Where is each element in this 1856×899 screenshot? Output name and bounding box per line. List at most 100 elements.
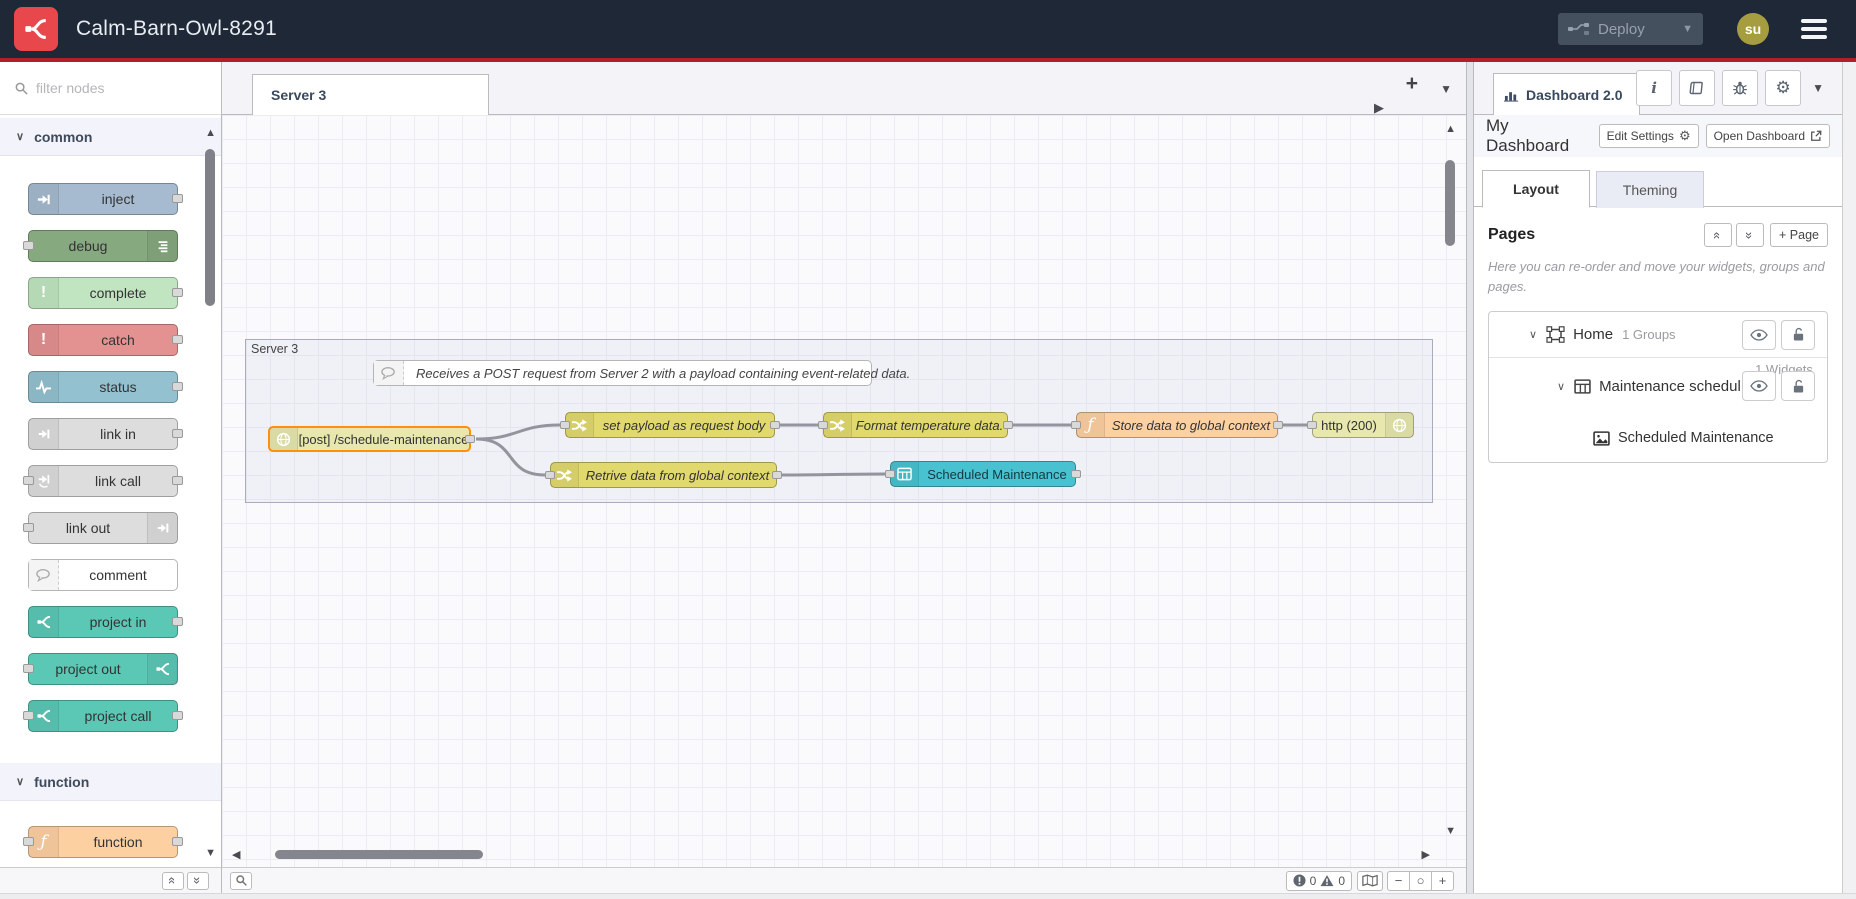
canvas-scroll-down-icon[interactable]: ▼	[1445, 825, 1456, 837]
minimap-button[interactable]	[1357, 870, 1383, 891]
tree-row-home-page[interactable]: ∨ Home 1 Groups	[1489, 312, 1827, 359]
expand-pages-button[interactable]: »	[1736, 223, 1765, 247]
expand-all-button[interactable]: »	[187, 871, 209, 890]
zoom-in-button[interactable]: +	[1431, 870, 1454, 891]
comment-node[interactable]: Receives a POST request from Server 2 wi…	[373, 360, 910, 386]
input-port[interactable]	[1307, 421, 1317, 429]
flow-list-caret-icon[interactable]: ▼	[1440, 82, 1452, 96]
lock-toggle-button[interactable]	[1781, 371, 1815, 402]
flow-node-format-temperature[interactable]: Format temperature data.	[818, 412, 1013, 438]
zoom-reset-button[interactable]: ○	[1409, 870, 1432, 891]
add-page-button[interactable]: + Page	[1770, 223, 1828, 247]
palette-node-project-call[interactable]: project call	[23, 700, 183, 732]
lock-toggle-button[interactable]	[1781, 319, 1815, 350]
tab-layout[interactable]: Layout	[1482, 170, 1590, 208]
canvas-search-button[interactable]	[230, 871, 252, 890]
canvas-scroll-left-icon[interactable]: ◀	[232, 848, 240, 861]
info-tab-button[interactable]: i	[1636, 70, 1673, 106]
palette-scroll-up-icon[interactable]: ▲	[205, 127, 216, 139]
flow-node-http-in[interactable]: [post] /schedule-maintenance	[268, 426, 475, 452]
output-port[interactable]	[772, 471, 782, 479]
chevron-down-icon[interactable]: ∨	[1557, 380, 1565, 393]
zoom-out-button[interactable]: −	[1387, 870, 1410, 891]
error-count: 0	[1309, 873, 1317, 888]
bug-icon	[1733, 81, 1747, 95]
output-port[interactable]	[1003, 421, 1013, 429]
debug-tab-button[interactable]	[1722, 70, 1759, 106]
sidebar-tab-dashboard[interactable]: Dashboard 2.0	[1493, 73, 1640, 115]
help-tab-button[interactable]	[1679, 70, 1716, 106]
tree-row-scheduled-maintenance-widget[interactable]: Scheduled Maintenance	[1489, 414, 1827, 462]
palette-scroll-down-icon[interactable]: ▼	[205, 847, 216, 859]
palette-node-link-out[interactable]: link out	[23, 512, 178, 544]
output-port[interactable]	[770, 421, 780, 429]
output-port	[172, 288, 183, 297]
palette-search[interactable]	[0, 62, 221, 115]
change-shuffle-icon	[824, 413, 852, 437]
palette-node-link-call[interactable]: link call	[23, 465, 183, 497]
output-port[interactable]	[1071, 470, 1081, 478]
palette-node-status[interactable]: status	[28, 371, 183, 403]
palette-category-common[interactable]: ∨ common	[0, 118, 221, 156]
exclamation-icon: !	[29, 325, 59, 355]
palette-node-link-in[interactable]: link in	[28, 418, 183, 450]
tree-row-maintenance-group[interactable]: ∨ Maintenance schedul... 1 Widgets	[1489, 358, 1827, 414]
deploy-button[interactable]: Deploy ▼	[1558, 13, 1703, 45]
palette-category-function[interactable]: ∨ function	[0, 763, 221, 801]
palette-node-project-in[interactable]: project in	[28, 606, 183, 638]
input-port[interactable]	[560, 421, 570, 429]
flow-node-store-global[interactable]: ƒ Store data to global context	[1071, 412, 1283, 438]
visibility-toggle-button[interactable]	[1742, 371, 1776, 402]
flow-node-http-response[interactable]: http (200)	[1307, 412, 1414, 438]
link-arrow-icon	[147, 513, 177, 543]
palette-node-catch[interactable]: ! catch	[28, 324, 183, 356]
collapse-all-button[interactable]: «	[162, 871, 184, 890]
canvas-scroll-up-icon[interactable]: ▲	[1445, 123, 1456, 135]
dashboard-subtabs: Layout Theming	[1474, 169, 1842, 208]
palette-filter-input[interactable]	[36, 80, 186, 96]
palette-node-complete[interactable]: ! complete	[28, 277, 183, 309]
palette-node-debug[interactable]: debug	[23, 230, 178, 262]
output-port	[172, 617, 183, 626]
palette-node-comment[interactable]: comment	[28, 559, 178, 591]
output-port[interactable]	[465, 435, 475, 443]
chevron-down-icon[interactable]: ∨	[1529, 328, 1537, 341]
node-red-logo-icon	[29, 607, 59, 637]
output-port	[172, 429, 183, 438]
output-port[interactable]	[1273, 421, 1283, 429]
page-label: Home	[1573, 326, 1614, 344]
input-port	[23, 523, 34, 532]
flow-node-retrieve-global[interactable]: Retrive data from global context	[545, 462, 782, 488]
deploy-caret-icon[interactable]: ▼	[1682, 23, 1693, 35]
input-port[interactable]	[1071, 421, 1081, 429]
inject-arrow-icon	[29, 184, 59, 214]
canvas-scroll-right-icon[interactable]: ▶	[1422, 848, 1430, 861]
input-port[interactable]	[545, 471, 555, 479]
flow-canvas[interactable]: Server 3 Receives a POST request from Se…	[222, 115, 1466, 867]
palette-scrollbar[interactable]	[205, 149, 215, 306]
canvas-vscrollbar[interactable]	[1445, 160, 1455, 246]
input-port[interactable]	[818, 421, 828, 429]
workspace-footer: 0 0 − ○ +	[222, 867, 1466, 893]
edit-settings-button[interactable]: Edit Settings ⚙	[1598, 124, 1699, 148]
visibility-toggle-button[interactable]	[1742, 319, 1776, 350]
flow-tab-server3[interactable]: Server 3	[252, 74, 489, 115]
palette-node-inject[interactable]: inject	[28, 183, 183, 215]
flow-node-ui-table[interactable]: Scheduled Maintenance	[885, 461, 1081, 487]
collapse-pages-button[interactable]: «	[1704, 223, 1733, 247]
user-avatar[interactable]: su	[1737, 13, 1769, 45]
input-port[interactable]	[885, 470, 895, 478]
palette-node-function[interactable]: ƒ function	[23, 826, 183, 858]
sidebar-resize-handle[interactable]	[1466, 62, 1474, 893]
tab-theming[interactable]: Theming	[1596, 171, 1704, 208]
open-dashboard-button[interactable]: Open Dashboard	[1705, 124, 1830, 148]
settings-tab-button[interactable]: ⚙	[1765, 70, 1802, 106]
sidebar-tabs-caret-icon[interactable]: ▼	[1812, 81, 1824, 95]
notification-counts[interactable]: 0 0	[1285, 870, 1352, 891]
main-menu-icon[interactable]	[1801, 19, 1827, 39]
palette-list: ∨ common inject debug ! complete ! catch…	[0, 115, 221, 867]
canvas-hscrollbar[interactable]	[275, 850, 483, 859]
flow-node-set-payload[interactable]: set payload as request body	[560, 412, 780, 438]
palette-node-project-out[interactable]: project out	[23, 653, 178, 685]
add-flow-button[interactable]: +	[1406, 72, 1418, 96]
